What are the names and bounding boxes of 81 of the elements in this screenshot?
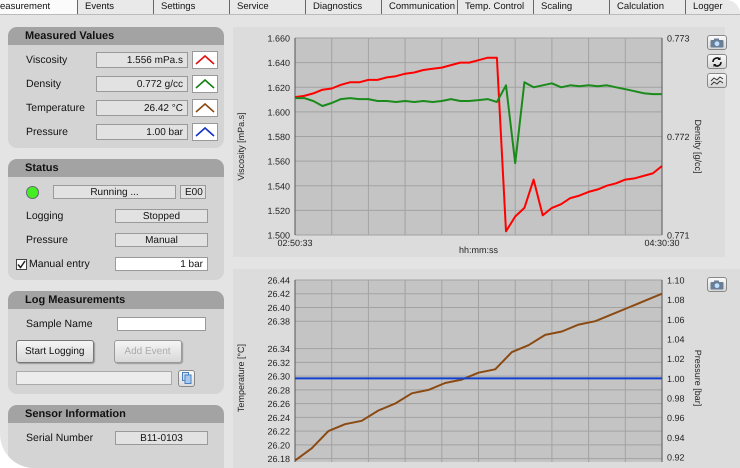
value-display: 26.42 °C	[96, 100, 188, 116]
value-display: 0.772 g/cc	[96, 76, 188, 92]
axis-tick-label: 1.520	[267, 206, 290, 216]
value-display: 1.00 bar	[96, 124, 188, 140]
axis-tick-label: 26.32	[267, 358, 290, 368]
camera-icon	[710, 38, 724, 48]
legend-swatch-icon[interactable]	[192, 75, 218, 93]
chart-lines-icon	[710, 74, 724, 86]
status-label: Logging	[26, 210, 64, 222]
info-display: B11-0103	[115, 431, 208, 445]
axis-tick-label: 26.18	[267, 454, 290, 464]
value-display: 1.556 mPa.s	[96, 52, 188, 68]
measurement-label: Density	[26, 78, 62, 90]
axis-tick-label: 1.660	[267, 34, 290, 44]
axis-tick-label: 26.38	[267, 316, 290, 327]
legend-swatch-icon[interactable]	[192, 123, 218, 141]
axis-tick-label: 1.10	[667, 276, 685, 286]
axis-tick-label: 1.04	[667, 334, 685, 345]
axis-tick-label: 1.600	[267, 107, 290, 118]
axis-tick-label: 26.34	[267, 344, 290, 354]
axis-title: Viscosity [mPa.s]	[236, 112, 246, 181]
legend-swatch-icon[interactable]	[192, 99, 218, 117]
panel-header: Sensor Information	[8, 405, 224, 423]
axis-tick-label: 0.772	[667, 132, 690, 142]
measurement-label: Temperature	[26, 102, 85, 114]
checkbox-label: Manual entry	[29, 258, 90, 270]
axis-tick-label: 0.773	[667, 34, 690, 44]
axis-tick-label: 1.540	[267, 181, 290, 192]
tab[interactable]: easurement	[0, 0, 78, 14]
axis-tick-label: 26.22	[267, 426, 290, 437]
toolbar-button[interactable]	[707, 54, 727, 69]
camera-icon	[710, 280, 724, 290]
info-label: Serial Number	[26, 432, 94, 444]
status-display: Running ...	[53, 185, 176, 199]
panel-header: Log Measurements	[8, 291, 224, 309]
status-label: Pressure	[26, 234, 68, 246]
axis-tick-label: 26.44	[267, 276, 290, 286]
status-display: Manual	[115, 233, 208, 247]
axis-tick-label: 02:50:33	[277, 238, 313, 248]
axis-tick-label: 1.620	[267, 82, 290, 93]
legend-swatch-icon[interactable]	[192, 51, 218, 69]
checkbox[interactable]	[16, 258, 27, 270]
axis-tick-label: 26.28	[267, 385, 290, 396]
axis-tick-label: 0.96	[667, 413, 685, 424]
toolbar-button[interactable]	[707, 73, 727, 88]
axis-tick-label: 26.30	[267, 372, 290, 382]
axis-tick-label: 0.98	[667, 394, 685, 404]
axis-tick-label: 0.771	[667, 230, 690, 240]
axis-tick-label: 1.560	[267, 156, 290, 167]
axis-title: Pressure [bar]	[693, 350, 703, 406]
axis-tick-label: 1.08	[667, 295, 685, 306]
pressure-input-field[interactable]: 1 bar	[115, 257, 208, 271]
axis-tick-label: 1.640	[267, 58, 290, 68]
axis-tick-label: 26.26	[267, 399, 290, 410]
axis-tick-label: 1.580	[267, 132, 290, 142]
field-label: Sample Name	[26, 318, 93, 330]
axis-title: Density [g/cc]	[693, 119, 703, 174]
axis-tick-label: 1.00	[667, 374, 685, 384]
sample-name-field[interactable]	[117, 317, 206, 331]
browse-button[interactable]	[178, 370, 195, 386]
status-display: Stopped	[115, 209, 208, 223]
axis-tick-label: 0.94	[667, 432, 685, 443]
axis-tick-label: 1.500	[267, 230, 290, 240]
axis-tick-label: 26.40	[267, 302, 290, 313]
axis-tick-label: 26.42	[267, 289, 290, 300]
axis-tick-label: 04:30:30	[644, 238, 680, 248]
error-code-display: E00	[180, 185, 206, 199]
measurement-label: Viscosity	[26, 54, 68, 66]
refresh-icon	[711, 56, 723, 68]
axis-title: hh:mm:ss	[459, 245, 498, 255]
axis-tick-label: 26.20	[267, 440, 290, 450]
axis-tick-label: 0.92	[667, 452, 685, 463]
axis-tick-label: 1.06	[667, 314, 685, 325]
file-path-field[interactable]	[16, 371, 172, 385]
axis-tick-label: 1.02	[667, 354, 685, 364]
panel-header: Status	[8, 159, 224, 177]
panel-header: Measured Values	[8, 27, 224, 45]
measurement-label: Pressure	[26, 126, 68, 138]
action-button[interactable]: Start Logging	[16, 340, 94, 362]
axis-title: Temperature [°C]	[236, 344, 246, 412]
axis-tick-label: 26.24	[267, 412, 290, 423]
